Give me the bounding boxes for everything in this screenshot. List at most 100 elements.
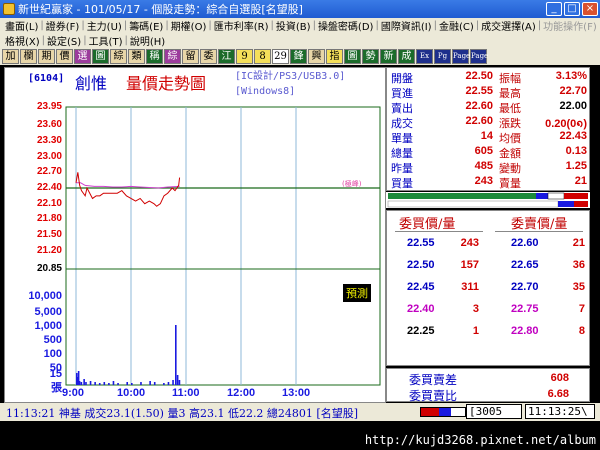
quote-row: 總量 605 金額 0.13 (387, 145, 591, 160)
bid-qty: 3 (472, 303, 479, 315)
ask-qty: 35 (572, 281, 585, 293)
ratio-bar-track (387, 200, 559, 208)
volume-bar (167, 382, 170, 385)
ratio-value: 6.68 (547, 388, 569, 400)
order-summary: 委買賣差 608 委買賣比 6.68 (386, 368, 590, 403)
ask-price: 22.60 (511, 237, 539, 249)
quote-value: 485 (474, 160, 493, 172)
quote-value: 21 (574, 175, 587, 187)
quote-label: 開盤 (391, 72, 413, 85)
quote-row: 賣出 22.60 最低 22.00 (387, 100, 591, 115)
menu-item[interactable]: 金融(C) (437, 18, 476, 33)
quote-label: 昨量 (391, 162, 413, 175)
volume-bar (108, 383, 110, 385)
volume-bar (112, 381, 115, 385)
toolbar-button[interactable]: Page (452, 49, 470, 64)
stock-name: 創惟 (75, 74, 108, 93)
price-tick-label: 21.20 (36, 244, 62, 256)
ratio-bar-green (388, 193, 536, 199)
volume-bar (89, 381, 92, 385)
quote-value: 243 (474, 175, 493, 187)
close-button[interactable]: × (582, 2, 598, 16)
ratio-label: 委買賣比 (409, 389, 458, 403)
time-tick-label: 10:00 (117, 387, 146, 399)
bid-header-underline (395, 231, 483, 232)
quote-label: 均價 (499, 132, 521, 145)
ask-header-underline (495, 231, 583, 232)
menu-item[interactable]: 功能操作(F) (541, 18, 599, 33)
volume-bar (85, 382, 87, 385)
toolbar-button[interactable]: Page (470, 49, 488, 64)
quote-label: 最高 (499, 87, 521, 100)
price-line (75, 172, 181, 207)
minimize-button[interactable]: _ (546, 2, 562, 16)
watermark-area: http://kujd3268.pixnet.net/album (0, 421, 600, 450)
toolbar-button[interactable]: Pg (434, 49, 451, 64)
stock-note-theme: [Windows8] (235, 86, 296, 97)
volume-bar (94, 382, 96, 385)
price-tick-label: 22.40 (36, 182, 62, 193)
bid-header: 委買價/量 (399, 217, 456, 232)
ratio-bar-red (564, 193, 588, 199)
diff-label: 委買賣差 (409, 373, 458, 387)
bid-price: 22.55 (407, 237, 435, 249)
bid-qty: 1 (472, 325, 479, 337)
price-tick-label: 23.30 (36, 134, 62, 146)
volume-bar (176, 375, 179, 385)
toolbar-button[interactable]: Ex (416, 49, 433, 64)
price-tick-label: 23.95 (36, 101, 62, 112)
volume-bar (98, 383, 101, 385)
volume-bar (140, 382, 142, 385)
maximize-button[interactable]: □ (564, 2, 580, 16)
order-book: 委買價/量 委賣價/量 22.55 243 22.60 21 22.50 157 22.65… (386, 210, 590, 366)
quote-label: 買進 (391, 87, 413, 100)
quote-value: 22.50 (465, 70, 493, 82)
menu-item[interactable]: 國際資訊(I) (379, 18, 434, 33)
status-bar: 11:13:21 神基 成交23.1(1.50) 量3 高23.1 低22.2 … (0, 403, 600, 421)
average-price-line (76, 182, 180, 189)
volume-bar (175, 325, 177, 385)
volume-bar (178, 380, 181, 385)
price-tick-label: 21.50 (36, 229, 62, 241)
volume-tick-label: 5,000 (34, 306, 62, 318)
volume-tick-label: 1,000 (34, 320, 62, 332)
time-tick-label: 12:00 (227, 387, 256, 399)
volume-tick-label: 10,000 (28, 290, 62, 302)
plot-frame (65, 106, 381, 386)
price-tick-label: 20.85 (36, 263, 62, 274)
ask-header: 委賣價/量 (511, 217, 568, 232)
quote-row: 買進 22.55 最高 22.70 (387, 85, 591, 100)
quote-value: 22.70 (559, 85, 587, 97)
quote-label: 金額 (499, 147, 521, 160)
quote-label: 成交 (391, 117, 413, 130)
volume-bar (126, 382, 129, 385)
quote-value: 14 (480, 130, 493, 142)
chart-title: 量價走勢圖 (126, 74, 207, 93)
ask-price: 22.75 (511, 303, 539, 315)
quote-label: 最低 (499, 102, 521, 115)
bid-price: 22.50 (407, 259, 435, 271)
quote-label: 賣出 (391, 102, 413, 115)
ask-price: 22.70 (511, 281, 539, 293)
diff-value: 608 (550, 372, 569, 384)
menu-item[interactable]: 成交選擇(A) (479, 18, 538, 33)
volume-tag[interactable]: 預測 (343, 284, 371, 302)
ask-price: 22.80 (511, 325, 539, 337)
bid-ask-ratio-bar (386, 192, 590, 208)
quote-label: 漲跌 (499, 117, 521, 130)
bid-price: 22.25 (407, 325, 435, 337)
stock-code: [6104] (28, 73, 65, 84)
volume-bar (80, 382, 83, 385)
stock-code-input[interactable]: [3005 (466, 404, 522, 419)
toolbar-button[interactable]: 成 (398, 49, 415, 64)
quote-value: 22.55 (465, 85, 493, 97)
quote-value: 22.00 (559, 100, 587, 112)
quote-value: 0.13 (565, 145, 587, 157)
volume-bar (83, 379, 85, 385)
ratio-bar-white (547, 192, 565, 200)
price-tick-label: 23.60 (36, 119, 62, 131)
volume-bar (163, 383, 165, 385)
quote-label: 買量 (391, 177, 413, 190)
ask-qty: 8 (578, 325, 585, 337)
quote-value: 22.43 (559, 130, 587, 142)
